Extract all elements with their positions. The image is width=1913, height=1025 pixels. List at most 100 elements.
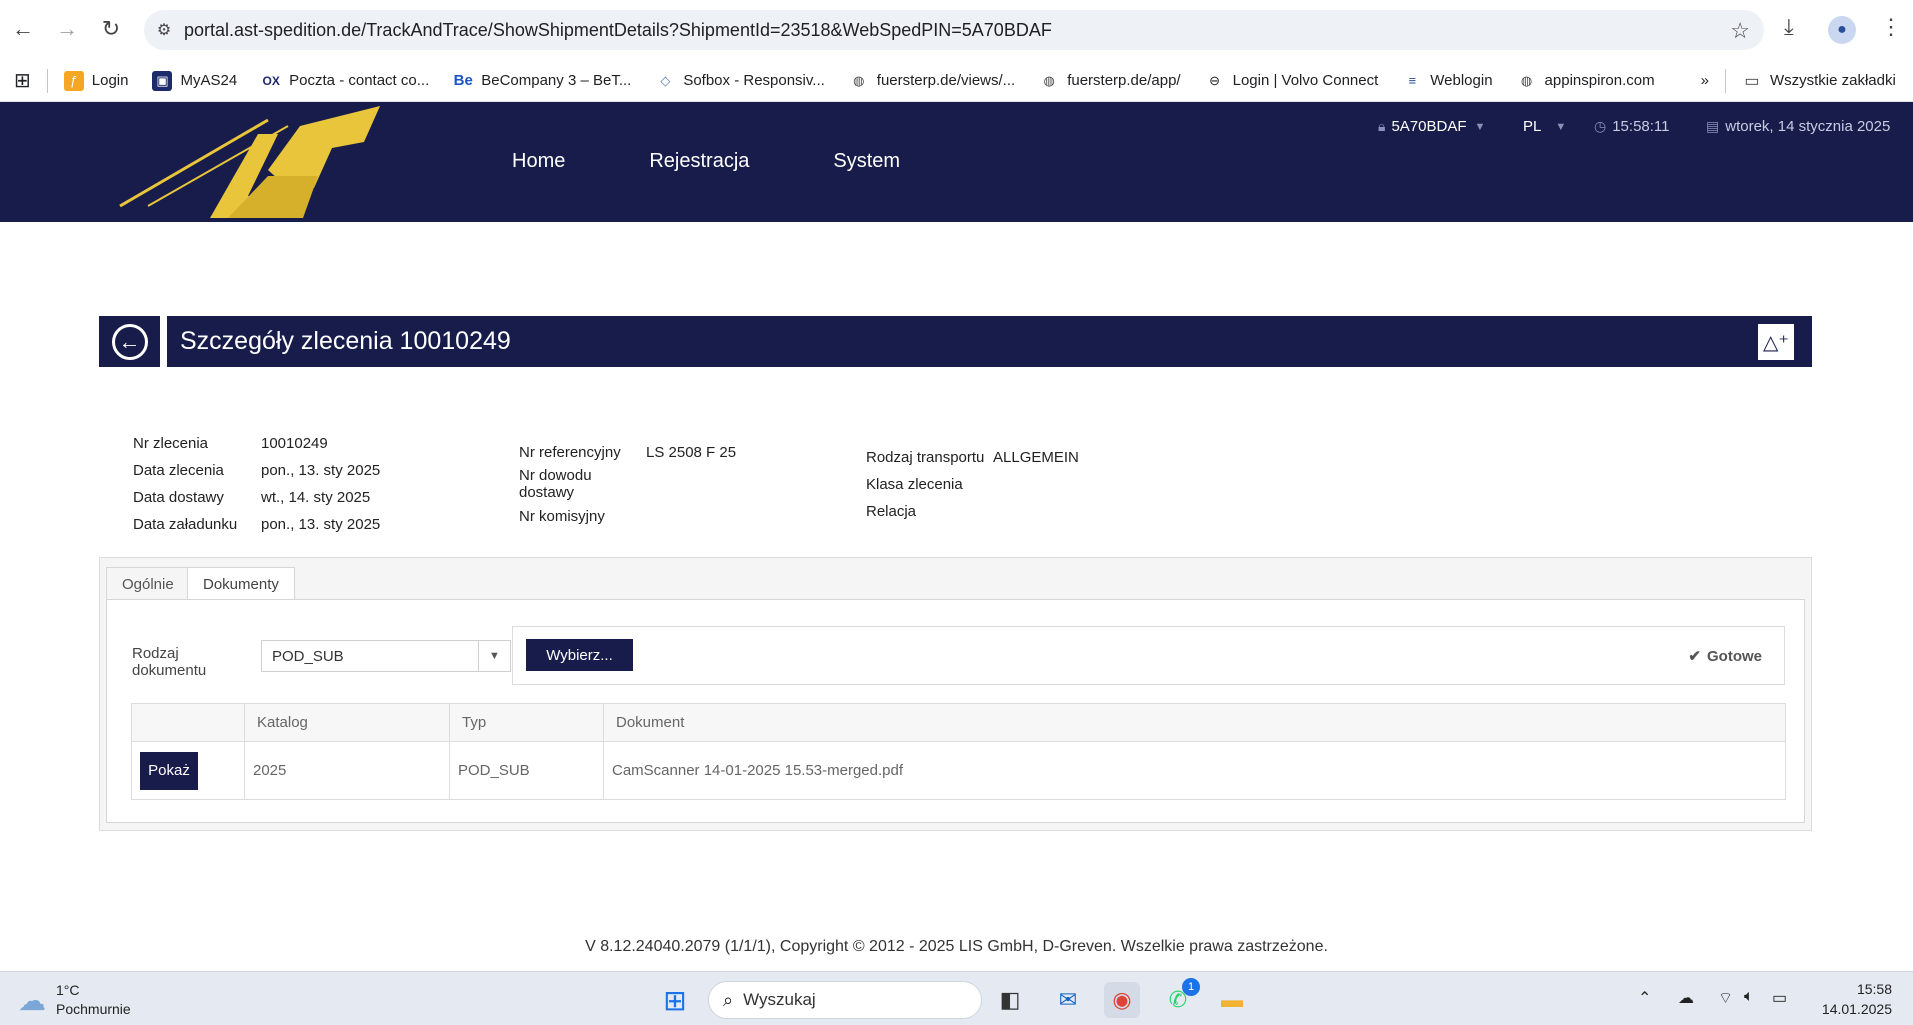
value-data-zaladunku: pon., 13. sty 2025 <box>261 516 381 533</box>
outlook-icon[interactable]: ✉ <box>1050 982 1086 1018</box>
globe-icon: ◍ <box>1520 72 1533 88</box>
add-shape-icon[interactable]: △⁺ <box>1758 324 1794 360</box>
speaker-icon[interactable]: 🔈︎ <box>1744 988 1754 1006</box>
chrome-icon[interactable]: ◉ <box>1104 982 1140 1018</box>
column-header-typ: Typ <box>449 703 604 742</box>
value-data-dostawy: wt., 14. sty 2025 <box>261 489 371 506</box>
nav-home[interactable]: Home <box>512 150 565 173</box>
value-rodzaj-transportu: ALLGEMEIN <box>993 449 1079 466</box>
bookmark-label: Login <box>91 72 129 89</box>
table-header-row: Katalog Typ Dokument <box>131 703 1786 742</box>
calendar-icon: ▤ <box>1706 118 1720 134</box>
windows-taskbar: ☁ 1°C Pochmurnie ⊞ ⌕ Wyszukaj ◧ ✉ ◉ ✆ 1 ▬… <box>0 971 1913 1025</box>
bookmark-fuersterp-views[interactable]: ◍ fuersterp.de/views/... <box>837 60 1027 102</box>
wifi-icon[interactable]: ⌔ <box>1718 988 1733 1008</box>
page-title: Szczegóły zlecenia 10010249 <box>180 327 511 355</box>
documents-panel: Rodzaj dokumentu POD_SUB ▼ Wybierz... ✔ … <box>106 599 1805 823</box>
more-bookmarks-icon[interactable]: » <box>1689 60 1721 102</box>
windows-start-icon[interactable]: ⊞ <box>657 982 693 1018</box>
time-value: 15:58:11 <box>1612 118 1670 135</box>
weather-widget[interactable]: ☁ 1°C Pochmurnie <box>18 981 131 1019</box>
header-date: ▤ wtorek, 14 stycznia 2025 <box>1706 118 1890 135</box>
value-nr-zlecenia: 10010249 <box>261 435 328 452</box>
bookmark-weblogin[interactable]: ≡ Weblogin <box>1390 60 1504 102</box>
battery-icon[interactable]: ▭ <box>1772 988 1787 1008</box>
all-bookmarks-label: Wszystkie zakładki <box>1769 72 1896 89</box>
bookmark-volvo[interactable]: ⊖ Login | Volvo Connect <box>1193 60 1391 102</box>
reload-icon[interactable]: ↻ <box>96 14 126 44</box>
table-cell-action: Pokaż <box>131 741 245 800</box>
label-nr-dowodu-line1: Nr dowodu <box>519 467 592 484</box>
bookmark-label: Sofbox - Responsiv... <box>683 72 825 89</box>
bookmark-star-icon[interactable]: ☆ <box>1730 18 1750 44</box>
label-nr-dowodu-line2: dostawy <box>519 484 575 501</box>
label-data-zaladunku: Data załadunku <box>133 516 238 533</box>
label-nr-komisyjny: Nr komisyjny <box>519 508 605 525</box>
ox-icon: OX <box>262 73 280 88</box>
doc-type-select[interactable]: POD_SUB ▼ <box>261 640 511 672</box>
whatsapp-icon[interactable]: ✆ 1 <box>1160 978 1200 1018</box>
task-view-icon[interactable]: ◧ <box>992 982 1028 1018</box>
language-dropdown[interactable]: PL ▼ <box>1523 118 1566 135</box>
bookmark-poczta[interactable]: OX Poczta - contact co... <box>249 60 441 102</box>
cloud-sync-icon[interactable]: ☁ <box>1678 988 1694 1008</box>
pin-dropdown[interactable]: 🔒︎ 5A70BDAF ▼ <box>1378 118 1485 135</box>
back-arrow-icon[interactable]: ← <box>8 14 38 44</box>
column-header-action <box>131 703 245 742</box>
bookmark-login[interactable]: ƒ Login <box>52 60 141 102</box>
label-relacja: Relacja <box>866 503 917 520</box>
cloud-icon: ☁ <box>18 984 46 1016</box>
label-klasa-zlecenia: Klasa zlecenia <box>866 476 963 493</box>
url-text[interactable]: portal.ast-spedition.de/TrackAndTrace/Sh… <box>184 20 1052 41</box>
clock-icon: ◷ <box>1594 118 1607 134</box>
back-button[interactable]: ← <box>99 316 160 367</box>
documents-table: Katalog Typ Dokument Pokaż 2025 POD_SUB … <box>131 703 1786 800</box>
bookmarks-bar: ⊞ ƒ Login ▣ MyAS24 OX Poczta - contact co..… <box>0 60 1913 102</box>
file-explorer-icon[interactable]: ▬ <box>1214 982 1250 1018</box>
tabs-panel: Ogólnie Dokumenty Rodzaj dokumentu POD_S… <box>99 557 1812 831</box>
menu-kebab-icon[interactable]: ⋮ <box>1880 14 1902 40</box>
folder-icon: ▭ <box>1744 72 1760 90</box>
site-settings-icon[interactable]: ⚙ <box>144 20 184 40</box>
all-bookmarks[interactable]: ▭ Wszystkie zakładki <box>1730 60 1908 102</box>
table-cell-katalog: 2025 <box>244 741 450 800</box>
divider <box>1724 68 1726 93</box>
bookmark-myas24[interactable]: ▣ MyAS24 <box>140 60 249 102</box>
nav-rejestracja[interactable]: Rejestracja <box>649 150 749 173</box>
doc-type-label-line1: Rodzaj <box>132 645 179 662</box>
footer-copyright: V 8.12.24040.2079 (1/1/1), Copyright © 2… <box>585 938 1328 955</box>
globe-icon: ◍ <box>1043 72 1055 88</box>
profile-avatar-icon[interactable]: ● <box>1828 16 1856 44</box>
bookmark-becompany[interactable]: Be BeCompany 3 – BeT... <box>441 60 643 102</box>
title-bar: Szczegóły zlecenia 10010249 △⁺ <box>167 316 1812 367</box>
label-rodzaj-transportu: Rodzaj transportu <box>866 449 985 466</box>
taskbar-search[interactable]: ⌕ Wyszukaj <box>708 981 982 1019</box>
browser-toolbar: ← → ↻ ⚙ portal.ast-spedition.de/TrackAnd… <box>0 0 1913 60</box>
choose-file-button[interactable]: Wybierz... <box>526 639 633 671</box>
apps-grid-icon[interactable]: ⊞ <box>0 60 43 102</box>
app-header: Home Rejestracja System 🔒︎ 5A70BDAF ▼ PL… <box>0 102 1913 222</box>
download-icon[interactable]: ⤓ <box>1784 14 1794 40</box>
divider <box>46 68 48 93</box>
bookmark-fuersterp-app[interactable]: ◍ fuersterp.de/app/ <box>1027 60 1192 102</box>
upload-status: ✔ Gotowe <box>1688 647 1762 666</box>
be-icon: Be <box>453 72 473 89</box>
bookmark-label: Poczta - contact co... <box>289 72 430 89</box>
address-bar[interactable]: ⚙ portal.ast-spedition.de/TrackAndTrace/… <box>144 10 1764 50</box>
doc-type-value: POD_SUB <box>272 647 344 665</box>
back-arrow-circle-icon: ← <box>111 323 148 360</box>
bookmark-appinspiron[interactable]: ◍ appinspiron.com <box>1505 60 1667 102</box>
chevron-up-icon[interactable]: ⌃ <box>1638 988 1651 1008</box>
bookmark-sofbox[interactable]: ◇ Sofbox - Responsiv... <box>643 60 836 102</box>
nav-system[interactable]: System <box>833 150 900 173</box>
ast-logo <box>119 106 380 218</box>
tab-ogolnie[interactable]: Ogólnie <box>106 567 190 600</box>
taskbar-clock[interactable]: 15:58 14.01.2025 <box>1808 979 1892 1019</box>
weather-text: Pochmurnie <box>56 1001 131 1017</box>
box-icon: ◇ <box>660 72 671 88</box>
show-document-button[interactable]: Pokaż <box>140 751 198 790</box>
bookmark-label: BeCompany 3 – BeT... <box>481 72 632 89</box>
forward-arrow-icon[interactable]: → <box>52 14 82 44</box>
checkmark-icon: ✔ <box>1688 648 1701 665</box>
tab-dokumenty[interactable]: Dokumenty <box>187 567 295 601</box>
